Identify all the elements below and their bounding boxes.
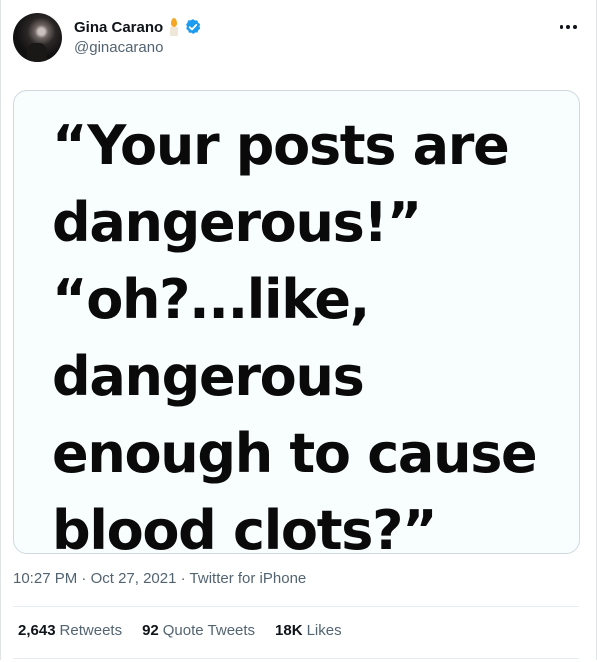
verified-badge-icon [186,19,201,35]
author-handle[interactable]: @ginacarano [74,39,163,56]
tweet-header: Gina Carano @ginacarano [13,13,586,63]
divider [13,658,579,659]
tweet-image[interactable]: “Your posts are dangerous!” “oh?...like,… [13,90,580,554]
image-text-line: “oh?...like, [52,268,370,331]
image-text-line: blood clots?” [52,499,438,554]
image-text-line: enough to cause [52,422,538,485]
likes-label: Likes [306,622,342,639]
separator-dot: · [180,570,186,587]
more-dots-icon [559,25,564,29]
quote-tweets-label: Quote Tweets [162,622,256,639]
retweets-count: 2,643 [18,622,56,639]
avatar[interactable] [13,13,62,62]
author-name[interactable]: Gina Carano [74,19,163,36]
divider [13,606,579,607]
image-text-line: dangerous!” [52,191,422,254]
candle-emoji-icon [169,18,179,36]
quote-tweets-count: 92 [142,622,159,639]
retweets-label: Retweets [59,622,123,639]
likes-stat[interactable]: 18K Likes [275,622,342,639]
tweet-metadata: 10:27 PM · Oct 27, 2021 · Twitter for iP… [13,570,306,587]
image-text: “Your posts are dangerous!” “oh?...like,… [52,107,577,554]
retweets-stat[interactable]: 2,643 Retweets [18,622,122,639]
image-text-line: dangerous [52,345,365,408]
likes-count: 18K [275,622,303,639]
tweet-date[interactable]: Oct 27, 2021 [91,570,177,587]
tweet-container: Gina Carano @ginacarano “Your posts are … [0,0,597,660]
tweet-time[interactable]: 10:27 PM [13,570,77,587]
author-name-row: Gina Carano [74,17,202,37]
more-options-button[interactable] [558,17,578,37]
quote-tweets-stat[interactable]: 92 Quote Tweets [142,622,255,639]
tweet-stats: 2,643 Retweets 92 Quote Tweets 18K Likes [18,622,362,639]
tweet-source[interactable]: Twitter for iPhone [190,570,307,587]
image-text-line: “Your posts are [52,114,510,177]
separator-dot: · [81,570,87,587]
